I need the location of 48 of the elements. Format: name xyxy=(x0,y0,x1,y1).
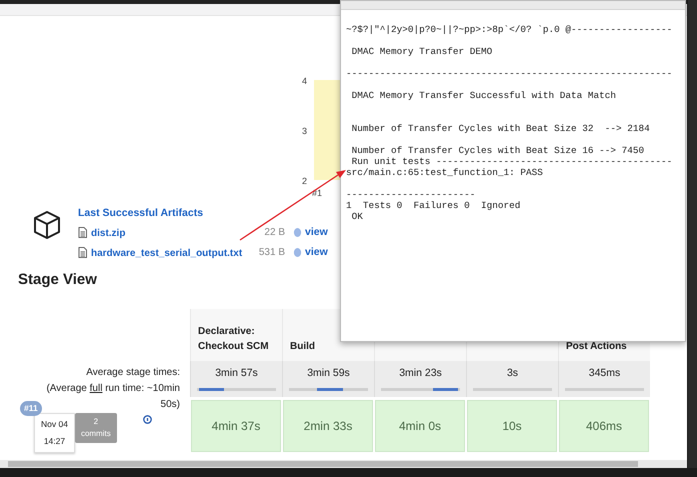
output-line: Number of Transfer Cycles with Beat Size 16 --> 7450 xyxy=(350,145,646,156)
output-line: Run unit tests ------------------------------------------ xyxy=(350,156,674,167)
output-line: DMAC Memory Transfer DEMO xyxy=(350,46,494,57)
commit-count: 2 xyxy=(92,416,100,428)
stage-duration-cell[interactable]: 4min 37s xyxy=(191,400,281,452)
average-label: Average stage times: xyxy=(85,366,180,380)
y-tick-label: 4 xyxy=(302,76,308,86)
fingerprint-icon xyxy=(293,227,302,238)
view-link[interactable]: view xyxy=(305,245,328,260)
file-icon xyxy=(78,247,87,258)
fingerprint-icon xyxy=(293,247,302,258)
output-line: OK xyxy=(350,211,364,222)
file-link[interactable]: hardware_test_serial_output.txt xyxy=(91,248,242,259)
info-icon[interactable] xyxy=(142,415,152,424)
date-text: Nov 04 xyxy=(41,418,68,431)
file-link[interactable]: dist.zip xyxy=(91,228,126,239)
stage-duration-cell[interactable]: 406ms xyxy=(559,400,649,452)
view-link[interactable]: view xyxy=(305,225,328,240)
section-title: Stage View xyxy=(18,270,97,290)
file-size: 531 B xyxy=(258,246,285,260)
commit-label: commits xyxy=(80,428,111,440)
output-line: DMAC Memory Transfer Successful with Data Match xyxy=(350,90,618,101)
stage-average-time: 3min 57s xyxy=(214,366,259,381)
artifacts-link[interactable]: Last Successful Artifacts xyxy=(78,207,204,219)
stage-average-time: 3min 23s xyxy=(398,366,443,381)
file-icon xyxy=(78,227,87,238)
stage-duration-cell[interactable]: 4min 0s xyxy=(375,400,465,452)
output-line: src/main.c:65:test_function_1: PASS xyxy=(346,167,544,178)
commits-badge[interactable]: 2 commits xyxy=(74,413,117,443)
stage-duration-cell[interactable]: 2min 33s xyxy=(283,400,373,452)
run-time-text: (Average full run time: ~10min 50s) xyxy=(45,382,180,412)
y-tick-label: 3 xyxy=(302,126,308,136)
stage-average-time: 345ms xyxy=(588,366,622,381)
horizontal-scrollbar[interactable] xyxy=(0,460,687,468)
stage-duration-cell[interactable]: 10s xyxy=(467,400,557,452)
stage-average-time: 3min 59s xyxy=(306,366,351,381)
output-line: ~?$?|"^|2y>0|p?0~||?~pp>:>8p`</0? `p.0 @------------------ xyxy=(346,24,674,35)
output-line: ----------------------- xyxy=(346,189,476,200)
time-text: 14:27 xyxy=(42,435,66,448)
output-line: ---------------------------------------------------------- xyxy=(346,68,674,79)
file-size: 22 B xyxy=(263,226,285,240)
stage-average-time: 3s xyxy=(506,366,520,381)
y-tick-label: 2 xyxy=(302,176,308,186)
vertical-scrollbar[interactable] xyxy=(688,0,697,468)
output-line: 1 Tests 0 Failures 0 Ignored xyxy=(346,200,522,211)
cube-icon xyxy=(32,210,62,240)
output-line: Number of Transfer Cycles with Beat Size 32 --> 2184 xyxy=(350,123,651,134)
stage-header: Declarative: Checkout SCM xyxy=(190,309,282,361)
